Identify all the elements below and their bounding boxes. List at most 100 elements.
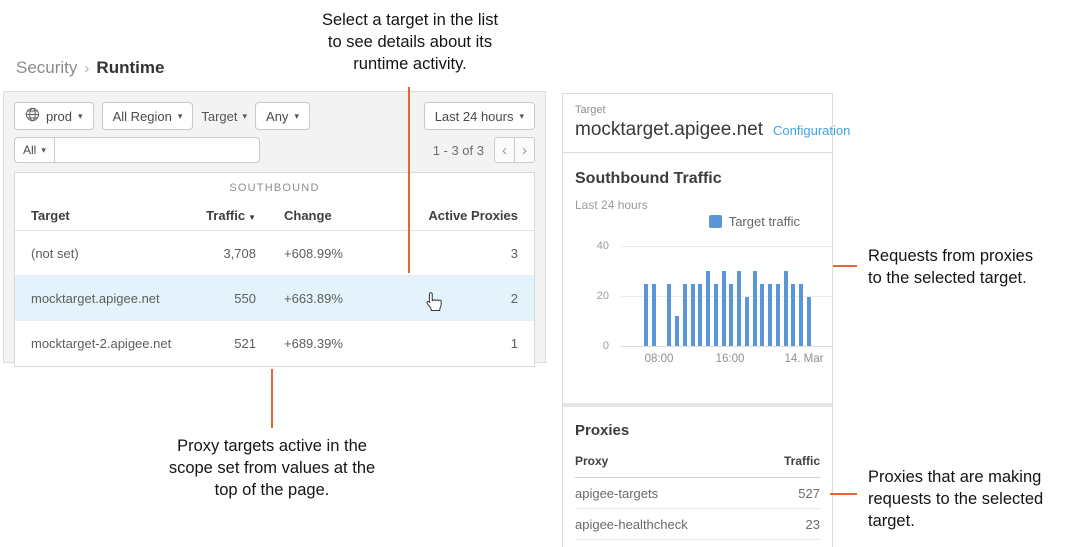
chart-bar: [729, 284, 733, 346]
region-dropdown[interactable]: All Region ▾: [102, 102, 194, 130]
cell-change: +663.89%: [284, 291, 384, 306]
next-page-button[interactable]: ›: [514, 137, 535, 163]
chart-bar: [807, 297, 811, 346]
annotation-line-bottom: [271, 369, 273, 428]
southbound-group-header: SOUTHBOUND: [15, 173, 534, 201]
chart-bar: [644, 284, 648, 346]
y-tick-20: 20: [581, 290, 609, 302]
scope-dropdown[interactable]: All ▾: [14, 137, 55, 163]
chart-bar: [722, 271, 726, 346]
caret-down-icon: ▾: [78, 112, 83, 121]
chart-bar: [667, 284, 671, 346]
detail-header: Target mocktarget.apigee.net Configurati…: [563, 94, 832, 153]
caret-down-icon: ▾: [41, 146, 46, 155]
proxy-row[interactable]: apigee-targets 527: [575, 478, 820, 509]
chart-bar: [745, 297, 749, 346]
chart-bar: [691, 284, 695, 346]
breadcrumb-security[interactable]: Security: [16, 58, 77, 78]
annotation-line-top: [408, 87, 410, 273]
proxies-title: Proxies: [575, 422, 820, 439]
cell-target: (not set): [31, 246, 201, 261]
cell-active-proxies: 2: [384, 291, 518, 306]
environment-dropdown[interactable]: prod ▾: [14, 102, 94, 130]
chart-subtitle: Last 24 hours: [575, 198, 818, 212]
table-row[interactable]: (not set) 3,708 +608.99% 3: [15, 231, 534, 276]
x-tick-0800: 08:00: [645, 353, 674, 365]
cell-active-proxies: 3: [384, 246, 518, 261]
chart-bar: [799, 284, 803, 346]
x-tick-1600: 16:00: [716, 353, 745, 365]
column-target[interactable]: Target: [31, 208, 201, 223]
cell-change: +608.99%: [284, 246, 384, 261]
search-input[interactable]: [55, 137, 260, 163]
chart-bar: [714, 284, 718, 346]
target-filter-label: Target: [201, 109, 237, 124]
any-dropdown[interactable]: Any ▾: [255, 102, 310, 130]
targets-table-header: Target Traffic▼ Change Active Proxies: [15, 201, 534, 231]
chart-bar: [675, 316, 679, 346]
chart-bar: [760, 284, 764, 346]
breadcrumb-chevron-icon: ›: [84, 60, 89, 77]
proxy-row[interactable]: apigee-healthcheck 23: [575, 509, 820, 540]
x-tick-14mar: 14. Mar: [785, 353, 824, 365]
annotation-proxies-making-requests: Proxies that are making requests to the …: [868, 466, 1068, 532]
chart-bar: [652, 284, 656, 346]
target-filter-dropdown[interactable]: Target ▾: [201, 109, 247, 124]
column-proxy-traffic: Traffic: [784, 454, 820, 468]
target-detail-panel: Target mocktarget.apigee.net Configurati…: [562, 93, 833, 547]
chart-bar: [768, 284, 772, 346]
annotation-select-target: Select a target in the list to see detai…: [297, 9, 523, 75]
cell-traffic: 3,708: [201, 246, 256, 261]
environment-label: prod: [46, 109, 72, 124]
annotation-line-proxy: [830, 493, 857, 495]
table-row[interactable]: mocktarget-2.apigee.net 521 +689.39% 1: [15, 321, 534, 366]
prev-page-button[interactable]: ‹: [494, 137, 515, 163]
x-axis-line: [621, 346, 832, 347]
legend-target-traffic[interactable]: Target traffic: [709, 214, 800, 229]
legend-label: Target traffic: [729, 214, 800, 229]
filter-toolbar: prod ▾ All Region ▾ Target ▾ Any ▾ Last: [4, 92, 545, 163]
region-label: All Region: [113, 109, 172, 124]
pagination-controls: ‹ ›: [494, 137, 535, 163]
sort-desc-icon: ▼: [248, 213, 256, 222]
cell-proxy-name: apigee-healthcheck: [575, 517, 688, 532]
southbound-traffic-section: Southbound Traffic Last 24 hours Target …: [563, 153, 832, 403]
chart-bar: [791, 284, 795, 346]
page-title: Runtime: [96, 58, 164, 78]
chart-plot: [621, 235, 832, 347]
cell-target: mocktarget-2.apigee.net: [31, 336, 201, 351]
scope-label: All: [23, 143, 36, 157]
proxies-section: Proxies Proxy Traffic apigee-targets 527…: [563, 407, 832, 540]
chart-bar: [753, 271, 757, 346]
caret-down-icon: ▾: [294, 112, 299, 121]
chart-title: Southbound Traffic: [575, 170, 818, 188]
cell-traffic: 550: [201, 291, 256, 306]
time-range-dropdown[interactable]: Last 24 hours ▾: [424, 102, 535, 130]
cell-proxy-name: apigee-targets: [575, 486, 658, 501]
configuration-link[interactable]: Configuration: [773, 123, 850, 138]
caret-down-icon: ▾: [178, 112, 183, 121]
table-row[interactable]: mocktarget.apigee.net 550 +663.89% 2: [15, 276, 534, 321]
y-tick-0: 0: [581, 340, 609, 352]
screenshot-root: Select a target in the list to see detai…: [0, 0, 1068, 547]
column-proxy: Proxy: [575, 454, 608, 468]
runtime-list-panel: prod ▾ All Region ▾ Target ▾ Any ▾ Last: [3, 91, 546, 363]
annotation-requests-from-proxies: Requests from proxies to the selected ta…: [868, 245, 1063, 289]
caret-down-icon: ▾: [519, 112, 524, 121]
chart-bar: [737, 271, 741, 346]
legend-swatch: [709, 215, 722, 228]
selected-target-name: mocktarget.apigee.net: [575, 119, 763, 141]
column-active-proxies[interactable]: Active Proxies: [384, 208, 518, 223]
chart-bar: [706, 271, 710, 346]
annotation-proxy-targets-scope: Proxy targets active in the scope set fr…: [140, 435, 404, 501]
target-label: Target: [575, 104, 820, 116]
column-change[interactable]: Change: [284, 208, 384, 223]
caret-down-icon: ▾: [243, 112, 248, 121]
column-traffic[interactable]: Traffic▼: [201, 208, 256, 223]
globe-icon: [25, 107, 40, 125]
targets-table: SOUTHBOUND Target Traffic▼ Change Active…: [14, 172, 535, 367]
breadcrumb: Security › Runtime: [16, 58, 164, 78]
cell-proxy-traffic: 527: [798, 486, 820, 501]
annotation-line-chart: [833, 265, 857, 267]
any-label: Any: [266, 109, 288, 124]
